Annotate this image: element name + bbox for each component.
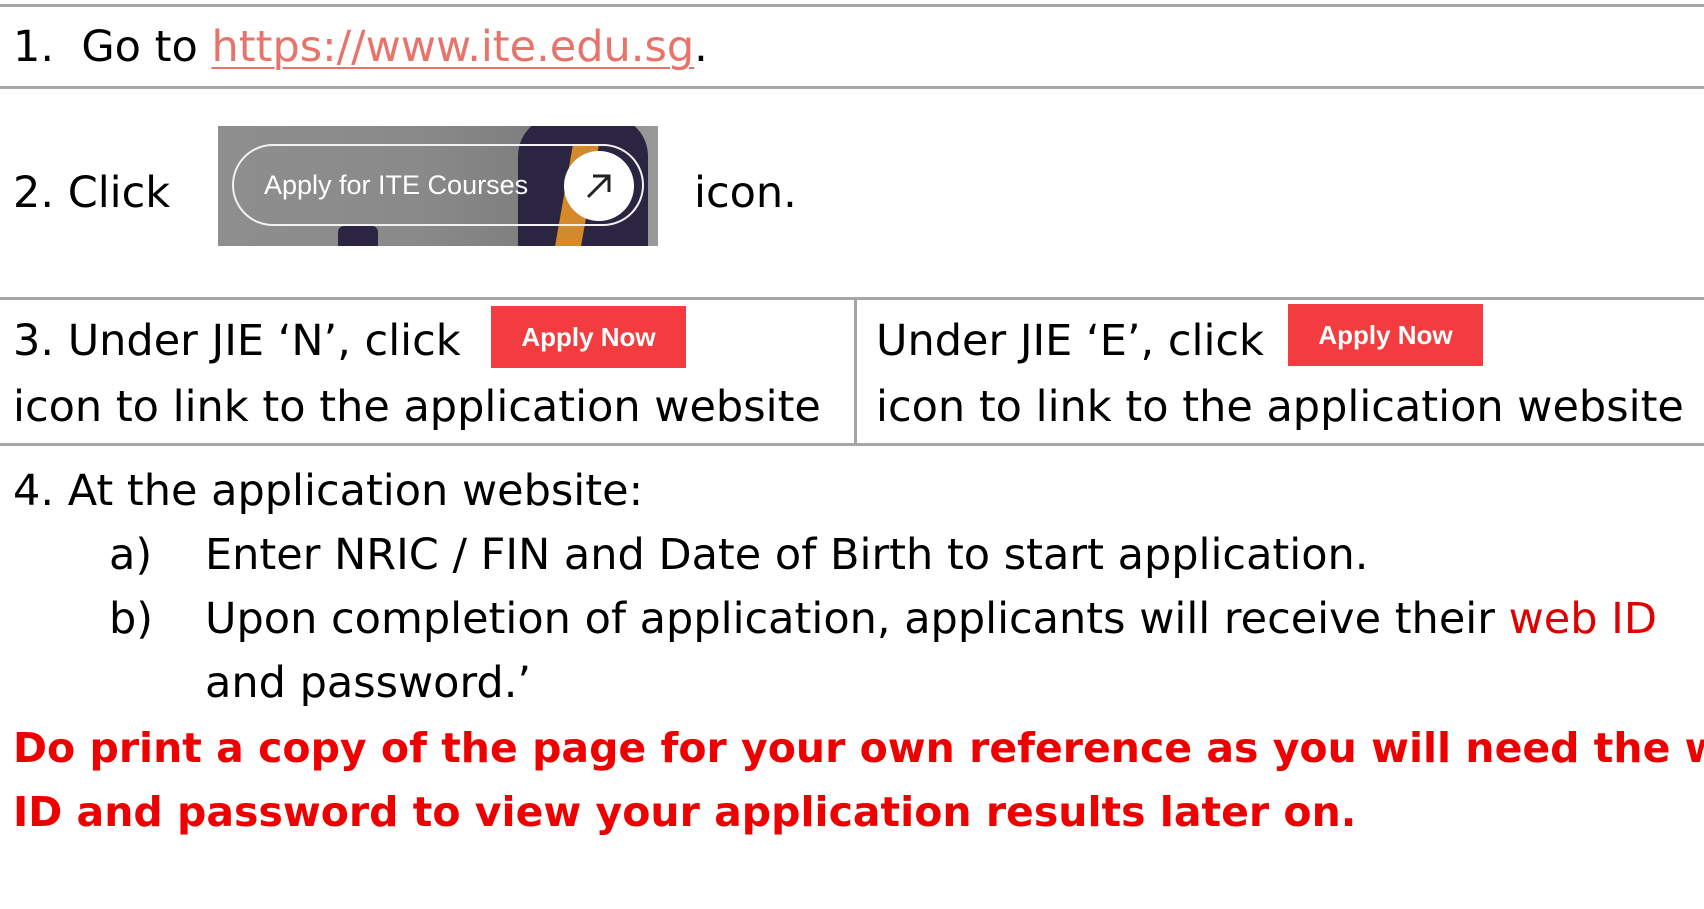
table-top-border xyxy=(0,4,1704,7)
list-item-b-text: Upon completion of application, applican… xyxy=(205,594,1509,644)
step-2-prefix: 2. Click xyxy=(13,168,171,218)
list-marker-a: a) xyxy=(109,530,153,580)
step-3-right-line2: icon to link to the application website xyxy=(876,382,1684,432)
banner-decoration xyxy=(338,226,378,246)
apply-for-ite-courses-button[interactable]: Apply for ITE Courses xyxy=(232,144,644,226)
list-item-b-line2: and password.’ xyxy=(205,658,532,708)
step-1-prefix: 1. Go to xyxy=(13,22,212,72)
apply-for-ite-courses-banner[interactable]: Apply for ITE Courses xyxy=(218,126,658,246)
print-warning-line2: ID and password to view your application… xyxy=(13,788,1357,836)
apply-for-ite-courses-label: Apply for ITE Courses xyxy=(264,170,529,200)
step-3-left-line2: icon to link to the application website xyxy=(13,382,821,432)
ite-website-link[interactable]: https://www.ite.edu.sg xyxy=(212,22,695,72)
column-divider xyxy=(854,297,857,446)
step-1-text: 1. Go to https://www.ite.edu.sg. xyxy=(13,26,708,69)
row-divider-3 xyxy=(0,443,1704,446)
arrow-up-right-icon[interactable] xyxy=(564,151,634,221)
step-1-suffix: . xyxy=(694,22,708,72)
list-item-a: Enter NRIC / FIN and Date of Birth to st… xyxy=(205,530,1369,580)
list-marker-b: b) xyxy=(109,594,154,644)
list-item-b-line1: Upon completion of application, applican… xyxy=(205,598,1657,641)
step-2-suffix: icon. xyxy=(694,168,797,218)
step-3-right-line1: Under JIE ‘E’, click xyxy=(876,316,1264,366)
web-id-highlight: web ID xyxy=(1508,594,1657,644)
apply-now-button-jie-n[interactable]: Apply Now xyxy=(491,306,686,368)
row-divider-2 xyxy=(0,297,1704,300)
step-4-heading: 4. At the application website: xyxy=(13,466,644,516)
step-3-left-line1: 3. Under JIE ‘N’, click xyxy=(13,316,461,366)
row-divider-1 xyxy=(0,86,1704,89)
apply-now-button-jie-e[interactable]: Apply Now xyxy=(1288,304,1483,366)
print-warning-line1: Do print a copy of the page for your own… xyxy=(13,724,1704,772)
